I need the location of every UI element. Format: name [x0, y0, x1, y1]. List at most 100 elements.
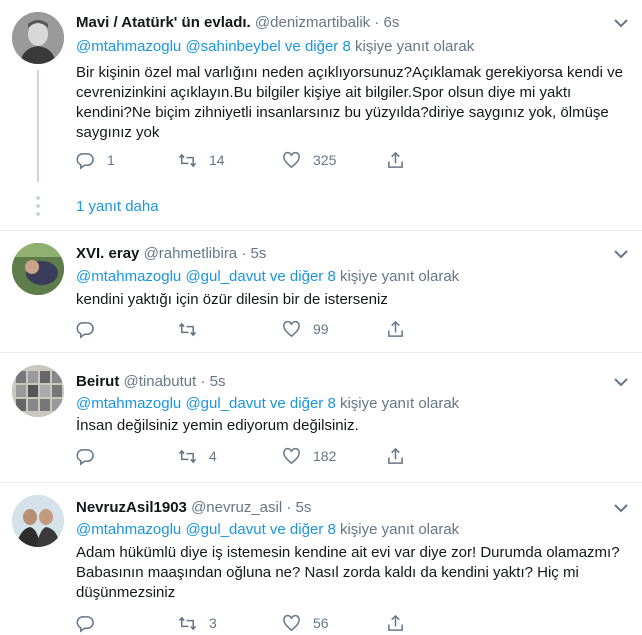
- like-count: 99: [313, 321, 329, 337]
- show-more-replies-link[interactable]: 1 yanıt daha: [76, 198, 159, 215]
- reply-others-and: ve: [269, 268, 286, 285]
- retweet-count: 14: [209, 152, 225, 168]
- tweet-3[interactable]: Beirut @tinabutut · 5s @mtahmazoglu @gul…: [0, 352, 642, 483]
- tweet-header: Beirut @tinabutut · 5s: [76, 373, 225, 390]
- mention-link[interactable]: @mtahmazoglu: [76, 521, 181, 538]
- retweet-button[interactable]: 4: [178, 444, 217, 468]
- reply-suffix: kişiye yanıt olarak: [354, 38, 475, 55]
- timestamp[interactable]: 6s: [384, 14, 400, 31]
- reply-count: 1: [107, 152, 115, 168]
- retweet-icon: [178, 449, 197, 463]
- reply-context: @mtahmazoglu @gul_davut ve diğer 8 kişiy…: [76, 521, 459, 538]
- reply-context: @mtahmazoglu @gul_davut ve diğer 8 kişiy…: [76, 268, 459, 285]
- tweet-text: kendini yaktığı için özür dilesin bir de…: [76, 291, 388, 308]
- retweet-button[interactable]: 3: [178, 611, 217, 635]
- retweet-icon: [178, 322, 197, 336]
- retweet-button[interactable]: [178, 317, 209, 341]
- separator-dot: ·: [241, 245, 247, 262]
- reply-button[interactable]: [76, 317, 107, 341]
- reply-icon: [76, 321, 94, 339]
- username[interactable]: @rahmetlibira: [144, 245, 238, 262]
- share-button[interactable]: [386, 611, 417, 635]
- like-count: 325: [313, 152, 337, 168]
- avatar[interactable]: [12, 12, 64, 64]
- reply-icon: [76, 152, 94, 170]
- mention-link[interactable]: @mtahmazoglu: [76, 38, 181, 55]
- tweet-actions: 4 182: [76, 444, 496, 468]
- reply-others-and: ve: [284, 38, 301, 55]
- chevron-down-icon[interactable]: [614, 249, 628, 259]
- heart-icon: [283, 447, 300, 464]
- retweet-icon: [178, 616, 197, 630]
- reply-icon: [76, 448, 94, 466]
- like-button[interactable]: 56: [282, 611, 329, 635]
- tweet-actions: 99: [76, 317, 496, 341]
- mention-link[interactable]: @sahinbeybel: [185, 38, 280, 55]
- username[interactable]: @nevruz_asil: [191, 499, 282, 516]
- like-button[interactable]: 182: [282, 444, 336, 468]
- mention-link[interactable]: @mtahmazoglu: [76, 268, 181, 285]
- reply-button[interactable]: [76, 611, 107, 635]
- tweet-text: Bir kişinin özel mal varlığını neden açı…: [76, 64, 623, 141]
- display-name[interactable]: Beirut: [76, 373, 119, 390]
- tweet-actions: 1 14 325: [76, 148, 496, 172]
- timestamp[interactable]: 5s: [251, 245, 267, 262]
- like-count: 182: [313, 448, 337, 464]
- display-name[interactable]: XVI. eray: [76, 245, 139, 262]
- timestamp[interactable]: 5s: [210, 373, 226, 390]
- reply-context: @mtahmazoglu @gul_davut ve diğer 8 kişiy…: [76, 395, 459, 412]
- tweet-2[interactable]: XVI. eray @rahmetlibira · 5s @mtahmazogl…: [0, 230, 642, 353]
- chevron-down-icon[interactable]: [614, 18, 628, 28]
- heart-icon: [283, 614, 300, 631]
- avatar[interactable]: [12, 365, 64, 417]
- share-icon: [388, 320, 403, 337]
- share-button[interactable]: [386, 444, 417, 468]
- retweet-count: 3: [209, 615, 217, 631]
- reply-others-link[interactable]: diğer 8: [305, 38, 351, 55]
- like-button[interactable]: 99: [282, 317, 329, 341]
- like-count: 56: [313, 615, 329, 631]
- reply-others-link[interactable]: diğer 8: [290, 268, 336, 285]
- reply-suffix: kişiye yanıt olarak: [339, 521, 460, 538]
- chevron-down-icon[interactable]: [614, 503, 628, 513]
- avatar[interactable]: [12, 243, 64, 295]
- retweet-button[interactable]: 14: [178, 148, 225, 172]
- mention-link[interactable]: @gul_davut: [185, 521, 265, 538]
- username[interactable]: @denizmartibalik: [255, 14, 370, 31]
- share-button[interactable]: [386, 317, 417, 341]
- retweet-icon: [178, 153, 197, 167]
- reply-button[interactable]: [76, 444, 107, 468]
- tweet-4[interactable]: NevruzAsil1903 @nevruz_asil · 5s @mtahma…: [0, 482, 642, 633]
- reply-icon: [76, 615, 94, 633]
- share-icon: [388, 447, 403, 464]
- reply-suffix: kişiye yanıt olarak: [339, 268, 460, 285]
- chevron-down-icon[interactable]: [614, 377, 628, 387]
- display-name[interactable]: Mavi / Atatürk' ün evladı.: [76, 14, 251, 31]
- heart-icon: [283, 151, 300, 168]
- display-name[interactable]: NevruzAsil1903: [76, 499, 187, 516]
- reply-others-and: ve: [269, 395, 286, 412]
- like-button[interactable]: 325: [282, 148, 336, 172]
- tweet-header: Mavi / Atatürk' ün evladı. @denizmartiba…: [76, 14, 399, 31]
- share-icon: [388, 151, 403, 168]
- avatar[interactable]: [12, 495, 64, 547]
- timestamp[interactable]: 5s: [296, 499, 312, 516]
- tweet-text: İnsan değilsiniz yemin ediyorum değilsin…: [76, 417, 359, 434]
- reply-others-and: ve: [269, 521, 286, 538]
- separator-dot: ·: [200, 373, 206, 390]
- share-icon: [388, 614, 403, 631]
- tweet-1[interactable]: Mavi / Atatürk' ün evladı. @denizmartiba…: [0, 0, 642, 230]
- reply-others-link[interactable]: diğer 8: [290, 395, 336, 412]
- share-button[interactable]: [386, 148, 417, 172]
- username[interactable]: @tinabutut: [124, 373, 197, 390]
- mention-link[interactable]: @gul_davut: [185, 395, 265, 412]
- reply-others-link[interactable]: diğer 8: [290, 521, 336, 538]
- mention-link[interactable]: @mtahmazoglu: [76, 395, 181, 412]
- tweet-header: NevruzAsil1903 @nevruz_asil · 5s: [76, 499, 311, 516]
- mention-link[interactable]: @gul_davut: [185, 268, 265, 285]
- tweet-actions: 3 56: [76, 611, 496, 635]
- tweet-header: XVI. eray @rahmetlibira · 5s: [76, 245, 266, 262]
- separator-dot: ·: [286, 499, 292, 516]
- reply-button[interactable]: 1: [76, 148, 115, 172]
- thread-line: [37, 70, 39, 182]
